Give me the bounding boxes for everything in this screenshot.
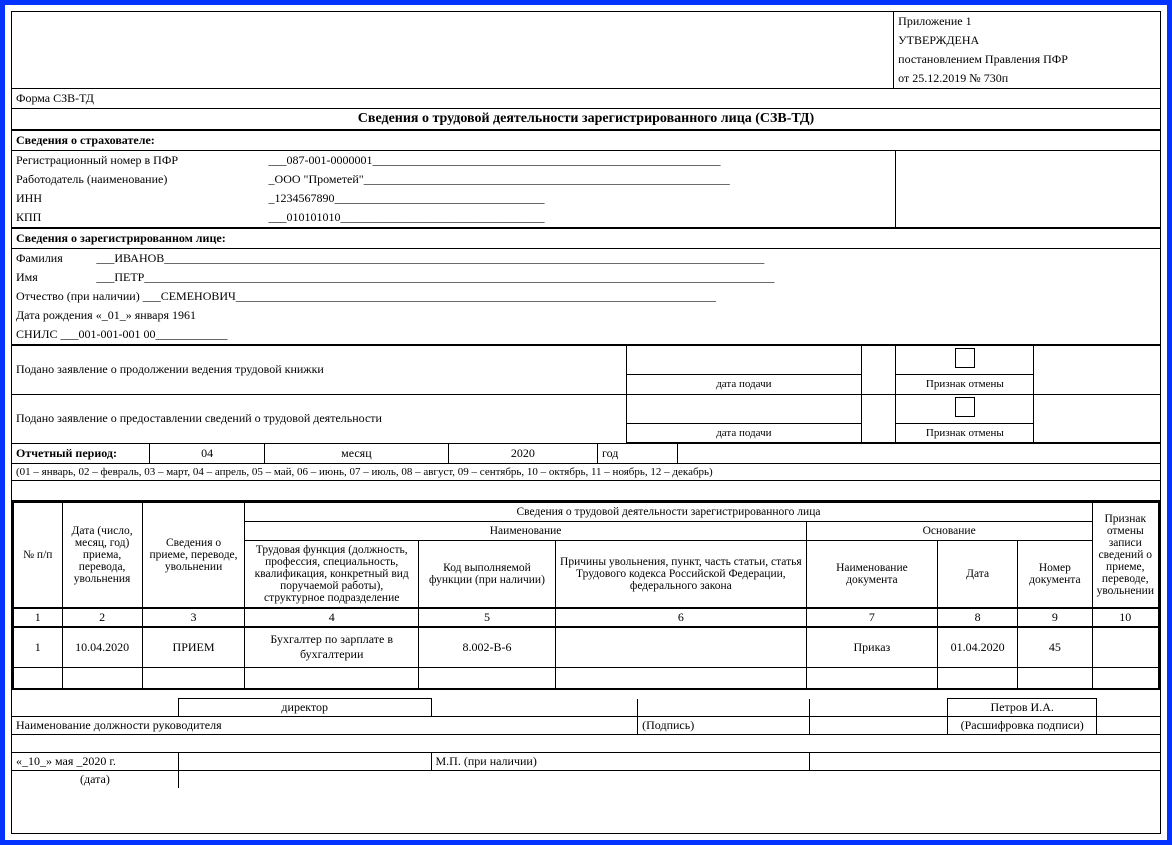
doc-title: Сведения о трудовой деятельности зарегис…: [12, 109, 1160, 130]
n7: 7: [806, 608, 937, 627]
person-title: Сведения о зарегистрированном лице:: [12, 229, 1160, 249]
n4: 4: [245, 608, 418, 627]
person-section: Сведения о зарегистрированном лице: Фами…: [12, 228, 1160, 345]
col-1: № п/п: [13, 502, 62, 608]
col-3: Сведения о приеме, переводе, увольнении: [142, 502, 245, 608]
document-body: Приложение 1 УТВЕРЖДЕНА постановлением П…: [11, 11, 1161, 834]
col-7: Наименование документа: [806, 541, 937, 609]
stamp-label: М.П. (при наличии): [431, 753, 810, 771]
applications-section: Подано заявление о продолжении ведения т…: [12, 345, 1160, 443]
header-main: Сведения о трудовой деятельности зарегис…: [245, 502, 1092, 522]
decipher-value: Петров И.А.: [948, 699, 1097, 717]
inn-label: ИНН: [12, 189, 265, 208]
n6: 6: [555, 608, 806, 627]
insurer-title: Сведения о страхователе:: [12, 131, 1160, 151]
n2: 2: [62, 608, 142, 627]
firstname-label: Имя: [12, 268, 92, 287]
activity-table: № п/п Дата (число, месяц, год) приема, п…: [12, 501, 1160, 690]
snils-value: ___001-001-001 00____________: [60, 327, 227, 341]
n8: 8: [938, 608, 1018, 627]
inn-value: _1234567890_____________________________…: [265, 189, 805, 208]
cell-6: [555, 627, 806, 667]
birth-label: Дата рождения «_01_» января 1961: [12, 306, 1160, 325]
sign-label: (Подпись): [638, 717, 810, 735]
header-basis: Основание: [806, 522, 1092, 541]
kpp-label: КПП: [12, 208, 265, 228]
reg-value: ___087-001-0000001______________________…: [265, 151, 805, 171]
cell-4: Бухгалтер по зарплате в бухгалтерии: [245, 627, 418, 667]
year-value: 2020: [448, 444, 597, 464]
signature-section: директор Петров И.А. Наименование должно…: [12, 698, 1160, 788]
date-hint-1: дата подачи: [626, 375, 861, 395]
insurer-section: Сведения о страхователе: Регистрационный…: [12, 130, 1160, 228]
employer-label: Работодатель (наименование): [12, 170, 265, 189]
kpp-value: ___010101010____________________________…: [265, 208, 805, 228]
snils-label: СНИЛС: [16, 327, 57, 341]
lastname-value: ___ИВАНОВ_______________________________…: [92, 249, 1160, 269]
period-label: Отчетный период:: [12, 444, 150, 464]
year-label: год: [597, 444, 677, 464]
approved-date: от 25.12.2019 № 730п: [894, 69, 1160, 89]
n10: 10: [1092, 608, 1159, 627]
patronymic-value: ___СЕМЕНОВИЧ____________________________…: [143, 289, 716, 303]
cell-7: Приказ: [806, 627, 937, 667]
col-9: Номер документа: [1018, 541, 1092, 609]
cell-9: 45: [1018, 627, 1092, 667]
cell-1: 1: [13, 627, 62, 667]
cell-3: ПРИЕМ: [142, 627, 245, 667]
col-4: Трудовая функция (должность, профессия, …: [245, 541, 418, 609]
header-table: Приложение 1 УТВЕРЖДЕНА постановлением П…: [12, 12, 1160, 130]
cell-5: 8.002-В-6: [418, 627, 555, 667]
patronymic-label: Отчество (при наличии): [16, 289, 140, 303]
col-10: Признак отмены записи сведений о приеме,…: [1092, 502, 1159, 608]
lastname-label: Фамилия: [12, 249, 92, 269]
app1-label: Подано заявление о продолжении ведения т…: [12, 346, 626, 395]
approved: УТВЕРЖДЕНА: [894, 31, 1160, 50]
date-hint-2: дата подачи: [626, 423, 861, 443]
col-8: Дата: [938, 541, 1018, 609]
month-label: месяц: [265, 444, 449, 464]
col-6: Причины увольнения, пункт, часть статьи,…: [555, 541, 806, 609]
table-row: 1 10.04.2020 ПРИЕМ Бухгалтер по зарплате…: [13, 627, 1159, 667]
cancel-hint-2: Признак отмены: [896, 423, 1034, 443]
n5: 5: [418, 608, 555, 627]
document-frame: Приложение 1 УТВЕРЖДЕНА постановлением П…: [0, 0, 1172, 845]
col-2: Дата (число, месяц, год) приема, перевод…: [62, 502, 142, 608]
app2-label: Подано заявление о предоставлении сведен…: [12, 394, 626, 443]
n9: 9: [1018, 608, 1092, 627]
decipher-label: (Расшифровка подписи): [948, 717, 1097, 735]
cancel-box-2: [896, 394, 1034, 423]
approved-by: постановлением Правления ПФР: [894, 50, 1160, 69]
appendix: Приложение 1: [894, 12, 1160, 31]
col-5: Код выполняемой функции (при наличии): [418, 541, 555, 609]
period-section: Отчетный период: 04 месяц 2020 год (01 –…: [12, 443, 1160, 501]
cell-10: [1092, 627, 1159, 667]
cell-8: 01.04.2020: [938, 627, 1018, 667]
reg-label: Регистрационный номер в ПФР: [12, 151, 265, 171]
header-name: Наименование: [245, 522, 806, 541]
sign-date-hint: (дата): [12, 771, 178, 789]
sign-date-line: «_10_» мая _2020 г.: [12, 753, 178, 771]
period-legend: (01 – январь, 02 – февраль, 03 – март, 0…: [12, 464, 1160, 481]
table-row-empty: [13, 667, 1159, 689]
firstname-value: ___ПЕТР_________________________________…: [92, 268, 1160, 287]
cancel-box-1: [896, 346, 1034, 375]
position-value: директор: [178, 699, 431, 717]
n1: 1: [13, 608, 62, 627]
cancel-hint-1: Признак отмены: [896, 375, 1034, 395]
n3: 3: [142, 608, 245, 627]
month-value: 04: [150, 444, 265, 464]
employer-value: _ООО "Прометей"_________________________…: [265, 170, 805, 189]
form-code: Форма СЗВ-ТД: [12, 89, 1160, 109]
position-label: Наименование должности руководителя: [12, 717, 638, 735]
cell-2: 10.04.2020: [62, 627, 142, 667]
